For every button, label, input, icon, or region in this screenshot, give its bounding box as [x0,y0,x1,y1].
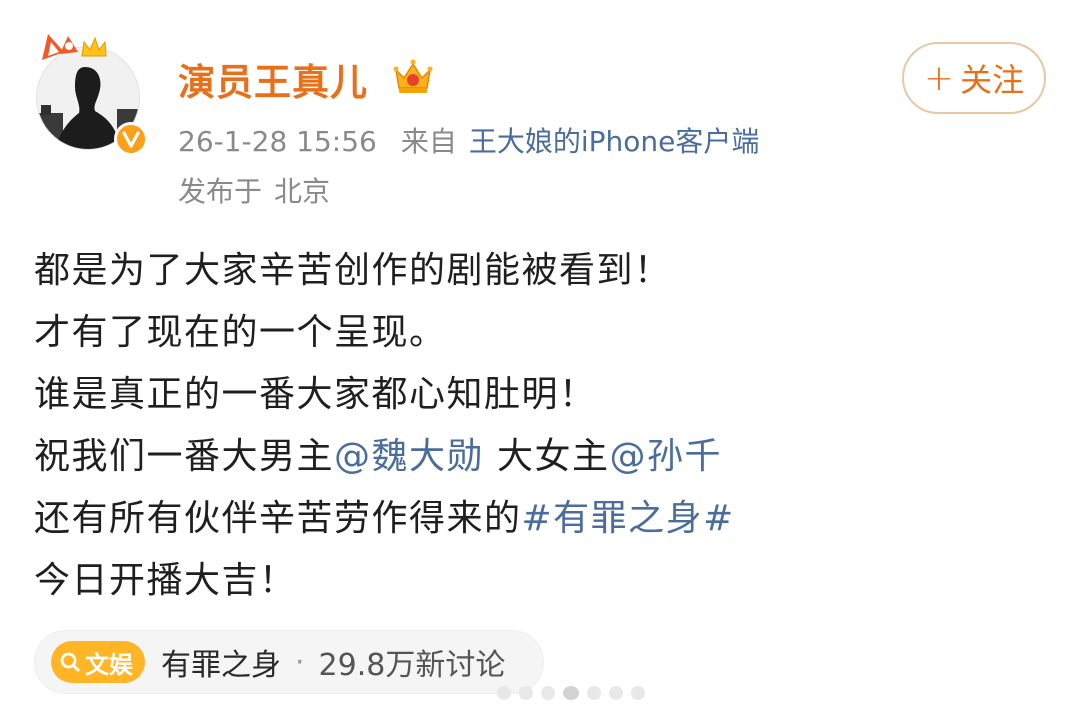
pager-dot[interactable] [541,686,555,700]
post-line: 今日开播大吉！ [34,560,297,601]
mention-link[interactable]: @魏大勋 [334,436,484,477]
verified-icon [114,122,148,156]
post-time: 26-1-28 15:56 [178,125,377,158]
topic-separator: · [295,644,305,680]
pager-dot[interactable] [609,686,623,700]
pager-dot[interactable] [631,686,645,700]
crown-icon[interactable] [392,56,434,96]
mention-link[interactable]: @孙千 [609,436,722,477]
source-device-link[interactable]: 王大娘的iPhone客户端 [469,125,760,158]
post-body: 都是为了大家辛苦创作的剧能被看到！ 才有了现在的一个呈现。 谁是真正的一番大家都… [34,240,1044,612]
location-prefix: 发布于 [178,175,263,208]
image-pager [497,686,645,700]
plus-icon: + [923,57,955,99]
pager-dot[interactable] [497,686,511,700]
post-line: 谁是真正的一番大家都心知肚明！ [34,374,597,415]
avatar-container[interactable] [36,30,148,156]
post-line: 祝我们一番大男主@魏大勋 大女主@孙千 [34,426,1044,488]
post-line: 还有所有伙伴辛苦劳作得来的#有罪之身# [34,488,1044,550]
line-text: 还有所有伙伴辛苦劳作得来的 [34,498,522,539]
post-line: 才有了现在的一个呈现。 [34,312,447,353]
pager-dot[interactable] [519,686,533,700]
hashtag-link[interactable]: #有罪之身# [522,498,735,539]
line-text: 祝我们一番大男主 [34,436,335,477]
post-header: 演员王真儿 26-1-28 15:56 来自 王大娘的iPhone客户端 发布于 北京… [0,0,1080,220]
search-icon [60,652,80,672]
follow-label: 关注 [960,61,1025,99]
line-text: 大女主 [484,436,610,477]
post-location: 发布于 北京 [178,170,330,210]
follow-button[interactable]: + 关注 [902,42,1046,114]
fox-ears-crown-icon [42,34,107,60]
post-line: 都是为了大家辛苦创作的剧能被看到！ [34,250,672,291]
topic-name: 有罪之身 [161,648,281,683]
pager-dot[interactable] [587,686,601,700]
topic-discussion-count: 29.8万新讨论 [318,648,506,683]
topic-category-badge: 文娱 [51,641,145,683]
source-prefix: 来自 [400,125,457,158]
post-meta: 26-1-28 15:56 来自 王大娘的iPhone客户端 [178,120,759,160]
username[interactable]: 演员王真儿 [178,52,368,106]
topic-category-label: 文娱 [85,650,133,679]
topic-pill[interactable]: 文娱 有罪之身 · 29.8万新讨论 [34,630,544,694]
pager-dot[interactable] [563,686,579,700]
location-name: 北京 [274,175,331,208]
